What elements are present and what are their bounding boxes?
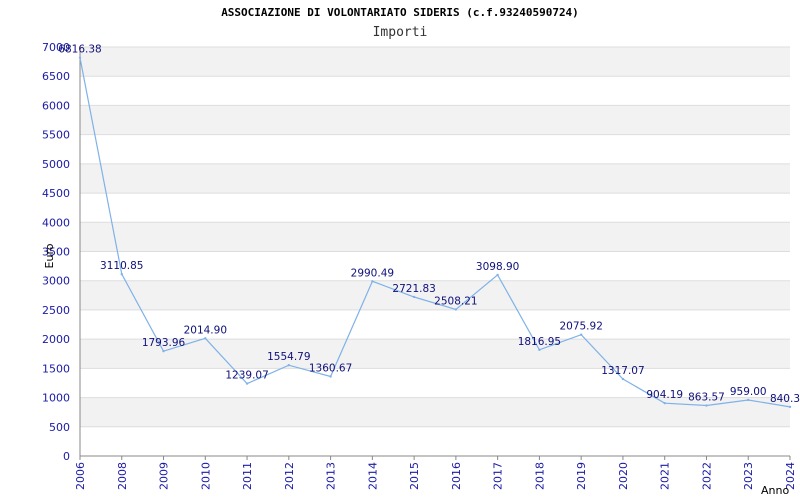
x-tick-label: 2022 xyxy=(700,462,713,490)
data-label: 2721.83 xyxy=(392,283,435,295)
data-point xyxy=(496,273,499,277)
data-point xyxy=(538,348,541,352)
grid-band xyxy=(80,222,790,252)
grid-band xyxy=(80,105,790,135)
y-tick-label: 1500 xyxy=(42,362,70,375)
plot-area: 0500100015002000250030003500400045005000… xyxy=(42,41,800,497)
data-point xyxy=(287,363,291,367)
y-tick-label: 1000 xyxy=(42,392,70,405)
x-tick-label: 2018 xyxy=(533,462,546,490)
y-tick-label: 5500 xyxy=(42,129,70,142)
data-label: 959.00 xyxy=(730,386,767,398)
y-tick-label: 500 xyxy=(49,421,70,434)
x-tick-label: 2017 xyxy=(492,462,505,490)
x-tick-label: 2008 xyxy=(116,462,129,490)
data-point xyxy=(788,405,792,409)
y-tick-label: 6000 xyxy=(42,99,70,112)
data-point xyxy=(120,273,123,276)
x-tick-label: 2014 xyxy=(366,462,379,490)
y-tick-label: 4500 xyxy=(42,187,70,200)
x-tick-labels: 2006 2008 2009 2010 2011 2012 2013 2014 2015 2016… xyxy=(74,456,797,490)
x-tick-label: 2011 xyxy=(241,462,254,490)
grid-band xyxy=(80,47,790,77)
x-tick-label: 2019 xyxy=(575,462,588,490)
data-label: 1554.79 xyxy=(267,351,310,363)
data-point xyxy=(204,337,207,340)
data-label: 863.57 xyxy=(688,392,725,404)
y-axis-title: Euro xyxy=(43,243,56,268)
data-point xyxy=(329,375,332,378)
data-point xyxy=(245,382,249,385)
data-label: 2508.21 xyxy=(434,295,477,307)
data-point xyxy=(621,377,625,381)
data-label: 2990.49 xyxy=(351,267,394,279)
x-tick-label: 2012 xyxy=(283,462,296,490)
data-label: 904.19 xyxy=(646,389,683,401)
x-tick-label: 2023 xyxy=(742,462,755,490)
data-point xyxy=(371,280,374,283)
data-point xyxy=(412,295,416,299)
data-label: 1816.95 xyxy=(518,336,561,348)
data-point xyxy=(747,398,750,402)
x-tick-label: 2015 xyxy=(408,462,421,490)
x-axis-title: Anno xyxy=(761,484,789,497)
data-point xyxy=(454,308,458,311)
grid-band xyxy=(80,163,790,194)
data-point xyxy=(705,404,708,407)
data-label: 1360.67 xyxy=(309,362,352,374)
grid-band xyxy=(80,397,790,427)
data-label: 1317.07 xyxy=(601,365,644,377)
x-tick-label: 2010 xyxy=(199,462,212,490)
x-tick-label: 2016 xyxy=(450,462,463,490)
chart: ASSOCIAZIONE DI VOLONTARIATO SIDERIS (c.… xyxy=(0,0,800,500)
data-point xyxy=(162,349,165,353)
data-label: 3110.85 xyxy=(100,260,143,272)
x-tick-label: 2020 xyxy=(617,462,630,490)
data-point xyxy=(663,401,666,405)
x-tick-label: 2021 xyxy=(659,462,672,490)
data-label: 1793.96 xyxy=(142,337,186,349)
data-label: 3098.90 xyxy=(476,261,519,273)
x-tick-label: 2009 xyxy=(158,462,171,490)
y-tick-label: 0 xyxy=(63,450,70,463)
y-tick-label: 5000 xyxy=(42,158,70,171)
y-tick-label: 3000 xyxy=(42,275,70,288)
data-label: 6816.38 xyxy=(58,44,101,56)
y-tick-label: 6500 xyxy=(42,70,70,83)
y-tick-label: 2000 xyxy=(42,333,70,346)
data-point xyxy=(78,56,82,59)
data-label: 2014.90 xyxy=(184,324,227,336)
x-tick-label: 2013 xyxy=(325,462,338,490)
x-tick-label: 2006 xyxy=(74,462,87,490)
y-tick-label: 2500 xyxy=(42,304,70,317)
data-point xyxy=(579,333,583,336)
data-label: 840.3 xyxy=(770,393,800,405)
y-tick-label: 4000 xyxy=(42,216,70,229)
data-label: 2075.92 xyxy=(559,321,602,333)
data-label: 1239.07 xyxy=(225,370,268,382)
background-bands xyxy=(80,47,790,427)
